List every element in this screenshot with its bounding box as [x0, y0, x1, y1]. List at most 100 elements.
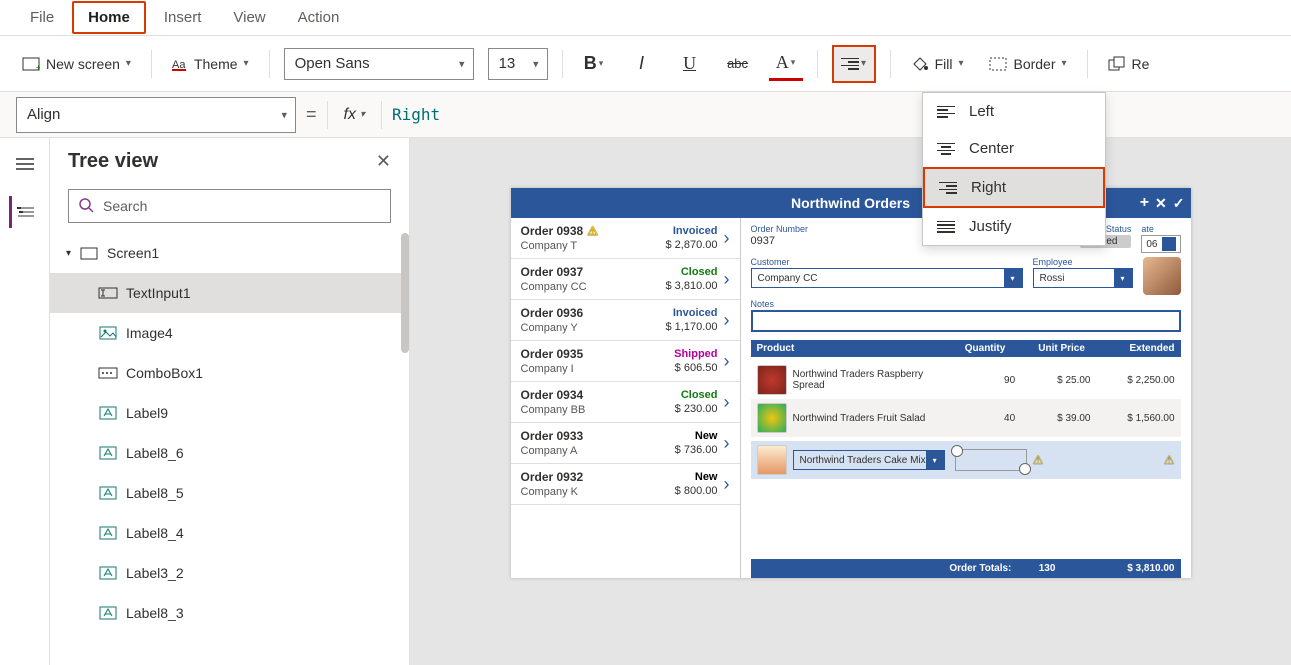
align-right-item[interactable]: Right — [923, 167, 1105, 208]
tree-view-panel: Tree view ✕ Search ▾ Screen1 TextInput1 I… — [50, 138, 410, 665]
order-id: Order 0936 — [521, 306, 584, 320]
date-picker[interactable]: 06 — [1141, 235, 1180, 253]
left-rail — [0, 138, 50, 665]
property-select[interactable]: Align ▾ — [16, 97, 296, 133]
font-family-select[interactable]: Open Sans ▾ — [284, 48, 474, 80]
search-icon — [79, 198, 95, 214]
reorder-button[interactable]: Re — [1102, 52, 1156, 76]
tree-node-combobox1[interactable]: ComboBox1 — [50, 353, 409, 393]
product-row[interactable]: Northwind Traders Raspberry Spread90$ 25… — [751, 361, 1181, 399]
chevron-right-icon: › — [724, 433, 730, 454]
order-row[interactable]: Order 0933Company ANew$ 736.00› — [511, 423, 740, 464]
theme-icon: Aa — [172, 57, 188, 71]
align-justify-item[interactable]: Justify — [923, 208, 1105, 245]
order-row[interactable]: Order 0934Company BBClosed$ 230.00› — [511, 382, 740, 423]
menu-view[interactable]: View — [219, 3, 279, 32]
tree-node-label: ComboBox1 — [126, 365, 203, 381]
tree-list[interactable]: ▾ Screen1 TextInput1 Image4 ComboBox1 Label… — [50, 233, 409, 665]
fill-button[interactable]: Fill ▾ — [905, 52, 970, 76]
align-left-item[interactable]: Left — [923, 93, 1105, 130]
text-align-button[interactable]: ▾ — [832, 45, 876, 83]
order-list[interactable]: Order 0938 ⚠Company TInvoiced$ 2,870.00›… — [511, 218, 741, 578]
menu-home[interactable]: Home — [72, 1, 146, 34]
font-color-button[interactable]: A▾ — [769, 47, 803, 81]
tree-node-label: Image4 — [126, 325, 173, 341]
align-center-item[interactable]: Center — [923, 130, 1105, 167]
product-row[interactable]: Northwind Traders Fruit Salad40$ 39.00$ … — [751, 399, 1181, 437]
menu-action[interactable]: Action — [284, 3, 354, 32]
font-size-select[interactable]: 13 ▾ — [488, 48, 548, 80]
order-id: Order 0935 — [521, 347, 584, 361]
app-body: Order 0938 ⚠Company TInvoiced$ 2,870.00›… — [511, 218, 1191, 578]
align-right-icon — [939, 182, 957, 194]
fill-label: Fill — [935, 56, 953, 72]
order-status: Invoiced — [673, 225, 718, 237]
hamburger-icon[interactable] — [9, 148, 41, 180]
fx-button[interactable]: fx▾ — [338, 106, 371, 124]
label-icon — [98, 485, 118, 501]
close-icon[interactable]: ✕ — [376, 151, 391, 172]
separator — [269, 50, 270, 78]
combo-icon — [98, 365, 118, 381]
selection-handles[interactable] — [955, 449, 1027, 471]
order-company: Company CC — [521, 281, 587, 293]
tree-view-icon[interactable] — [9, 196, 41, 228]
order-company: Company K — [521, 486, 584, 498]
scrollbar[interactable] — [401, 233, 409, 353]
strikethrough-button[interactable]: abc — [721, 47, 755, 81]
customer-dropdown[interactable]: Company CC▾ — [751, 268, 1023, 288]
tree-node-label8_3[interactable]: Label8_3 — [50, 593, 409, 633]
product-thumbnail — [757, 403, 787, 433]
tree-node-label: TextInput1 — [126, 285, 191, 301]
order-row[interactable]: Order 0935Company IShipped$ 606.50› — [511, 341, 740, 382]
tree-node-label8_6[interactable]: Label8_6 — [50, 433, 409, 473]
chevron-right-icon: › — [724, 351, 730, 372]
new-product-dropdown[interactable]: Northwind Traders Cake Mix▾ — [793, 450, 945, 470]
employee-dropdown[interactable]: Rossi▾ — [1033, 268, 1133, 288]
cancel-icon[interactable]: ✕ — [1155, 195, 1167, 212]
formula-value[interactable]: Right — [392, 105, 440, 124]
order-row[interactable]: Order 0932Company KNew$ 800.00› — [511, 464, 740, 505]
tree-node-label8_5[interactable]: Label8_5 — [50, 473, 409, 513]
border-label: Border — [1013, 56, 1055, 72]
italic-button[interactable]: I — [625, 47, 659, 81]
order-id: Order 0932 — [521, 470, 584, 484]
order-amount: $ 2,870.00 — [666, 239, 718, 251]
new-screen-button[interactable]: + New screen ▾ — [16, 52, 137, 76]
chevron-down-icon: ▾ — [926, 451, 944, 469]
order-row[interactable]: Order 0938 ⚠Company TInvoiced$ 2,870.00› — [511, 218, 740, 259]
separator — [1087, 50, 1088, 78]
order-detail: Order Number 0937 Order Status Closed at… — [741, 218, 1191, 578]
canvas[interactable]: Northwind Orders + ✕ ✓ Order 0938 ⚠Compa… — [410, 138, 1291, 665]
chevron-down-icon: ▾ — [1062, 58, 1067, 69]
product-thumbnail — [757, 365, 787, 395]
order-row[interactable]: Order 0936Company YInvoiced$ 1,170.00› — [511, 300, 740, 341]
menu-file[interactable]: File — [16, 3, 68, 32]
tree-node-screen1[interactable]: ▾ Screen1 — [50, 233, 409, 273]
order-row[interactable]: Order 0937Company CCClosed$ 3,810.00› — [511, 259, 740, 300]
separator — [327, 101, 328, 129]
bold-button[interactable]: B▾ — [577, 47, 611, 81]
date-label: ate — [1141, 224, 1180, 234]
save-icon[interactable]: ✓ — [1173, 195, 1185, 212]
tree-node-image4[interactable]: Image4 — [50, 313, 409, 353]
customer-label: Customer — [751, 257, 1023, 267]
new-product-row[interactable]: Northwind Traders Cake Mix▾ ⚠ ⚠ — [751, 441, 1181, 479]
tree-node-label9[interactable]: Label9 — [50, 393, 409, 433]
tree-node-textinput1[interactable]: TextInput1 — [50, 273, 409, 313]
align-left-icon — [937, 106, 955, 118]
search-input[interactable]: Search — [68, 189, 391, 223]
underline-button[interactable]: U — [673, 47, 707, 81]
menu-insert[interactable]: Insert — [150, 3, 216, 32]
tree-node-label3_2[interactable]: Label3_2 — [50, 553, 409, 593]
add-icon[interactable]: + — [1140, 194, 1149, 212]
notes-input[interactable] — [751, 310, 1181, 332]
product-qty: 90 — [955, 375, 1016, 386]
border-button[interactable]: Border ▾ — [983, 52, 1072, 76]
tree-node-label8_4[interactable]: Label8_4 — [50, 513, 409, 553]
theme-button[interactable]: Aa Theme ▾ — [166, 52, 255, 76]
collapse-icon[interactable]: ▾ — [66, 248, 71, 259]
order-amount: $ 230.00 — [675, 403, 718, 415]
tree-title: Tree view — [68, 150, 158, 173]
label-icon — [98, 445, 118, 461]
